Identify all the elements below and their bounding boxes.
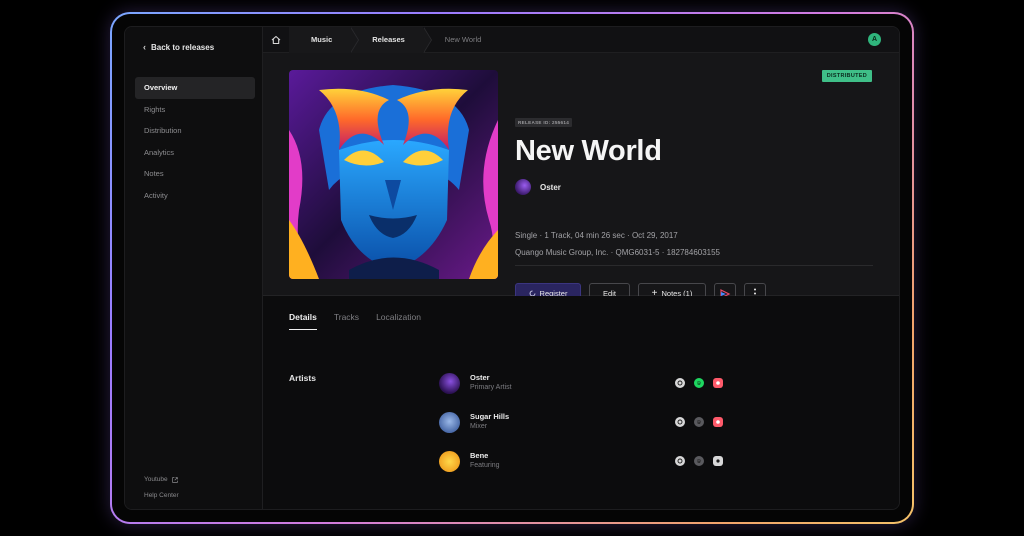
app-window: ‹ Back to releases Overview Rights Distr… <box>124 26 900 510</box>
sidebar-item-activity[interactable]: Activity <box>135 185 255 207</box>
tab-bar: Details Tracks Localization <box>289 312 421 330</box>
artists-section-label: Artists <box>289 373 316 383</box>
sidebar: ‹ Back to releases Overview Rights Distr… <box>125 27 263 509</box>
artist-role: Primary Artist <box>470 384 512 391</box>
home-icon[interactable] <box>263 27 289 53</box>
list-item[interactable]: Oster Primary Artist <box>439 371 739 410</box>
artist-list: Oster Primary Artist Sugar Hills Mixer B… <box>439 371 739 488</box>
breadcrumb: Music Releases New World A <box>263 27 899 53</box>
platform-links <box>675 456 723 466</box>
breadcrumb-music[interactable]: Music <box>289 27 360 53</box>
sidebar-item-rights[interactable]: Rights <box>135 99 255 121</box>
avatar <box>439 373 460 394</box>
artist-name: Oster <box>470 373 490 382</box>
sidebar-item-overview[interactable]: Overview <box>135 77 255 99</box>
release-cover-art <box>289 70 498 279</box>
apple-podcasts-icon[interactable] <box>713 378 723 388</box>
youtube-link[interactable]: Youtube <box>144 476 179 483</box>
spotify-icon[interactable] <box>694 456 704 466</box>
back-label: Back to releases <box>151 42 215 52</box>
sidebar-footer: Youtube Help Center <box>144 467 179 499</box>
help-center-link[interactable]: Help Center <box>144 492 179 499</box>
apple-podcasts-icon[interactable] <box>713 456 723 466</box>
status-badge: DISTRIBUTED <box>821 70 872 82</box>
breadcrumb-music-label: Music <box>311 34 333 44</box>
artist-role: Mixer <box>470 423 488 430</box>
page-title: New World <box>515 135 662 167</box>
avatar <box>439 451 460 472</box>
release-header: DISTRIBUTED RELEASE ID: 255614 New World… <box>263 53 899 304</box>
release-artist[interactable]: Oster <box>515 179 561 195</box>
apple-podcasts-icon[interactable] <box>713 417 723 427</box>
breadcrumb-releases[interactable]: Releases <box>350 27 432 53</box>
details-panel: Details Tracks Localization Artists Oste… <box>263 296 899 509</box>
tab-localization[interactable]: Localization <box>376 312 421 330</box>
spotify-icon[interactable] <box>694 417 704 427</box>
spotify-icon[interactable] <box>694 378 704 388</box>
release-label-info: Quango Music Group, Inc. · QMG6031-5 · 1… <box>515 248 721 257</box>
apple-music-icon[interactable] <box>675 417 685 427</box>
platform-links <box>675 417 723 427</box>
release-id-badge: RELEASE ID: 255614 <box>515 118 573 127</box>
user-avatar[interactable]: A <box>868 33 881 46</box>
youtube-label: Youtube <box>144 476 168 483</box>
sidebar-item-notes[interactable]: Notes <box>135 163 255 185</box>
list-item[interactable]: Sugar Hills Mixer <box>439 410 739 449</box>
divider <box>515 265 873 266</box>
back-to-releases-link[interactable]: ‹ Back to releases <box>143 42 214 52</box>
tab-details[interactable]: Details <box>289 312 317 330</box>
sidebar-item-distribution[interactable]: Distribution <box>135 120 255 142</box>
apple-music-icon[interactable] <box>675 456 685 466</box>
chevron-left-icon: ‹ <box>143 42 146 52</box>
sidebar-nav: Overview Rights Distribution Analytics N… <box>135 77 255 206</box>
avatar <box>515 179 531 195</box>
list-item[interactable]: Bene Featuring <box>439 449 739 488</box>
breadcrumb-releases-label: Releases <box>372 34 405 44</box>
apple-music-icon[interactable] <box>675 378 685 388</box>
avatar <box>439 412 460 433</box>
artist-name: Sugar Hills <box>470 412 510 421</box>
artist-role: Featuring <box>470 462 500 469</box>
artist-name: Bene <box>470 451 489 460</box>
external-link-icon <box>171 476 178 483</box>
breadcrumb-current: New World <box>444 34 482 44</box>
help-center-label: Help Center <box>144 492 179 499</box>
release-meta-info: Single · 1 Track, 04 min 26 sec · Oct 29… <box>515 231 678 240</box>
sidebar-item-analytics[interactable]: Analytics <box>135 142 255 164</box>
platform-links <box>675 378 723 388</box>
tab-tracks[interactable]: Tracks <box>334 312 359 330</box>
release-artist-name: Oster <box>540 182 561 192</box>
